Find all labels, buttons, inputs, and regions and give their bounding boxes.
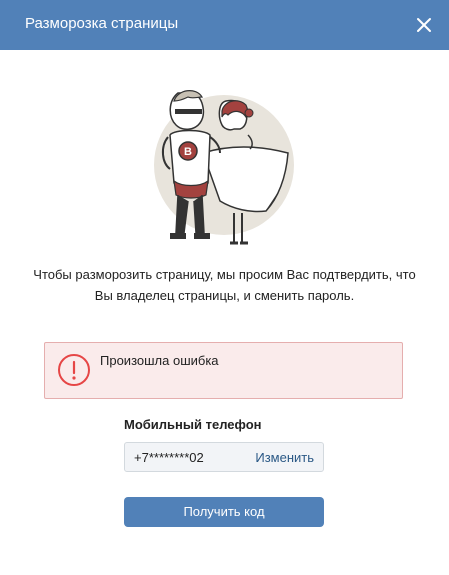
dialog-title: Разморозка страницы <box>25 15 179 32</box>
superhero-couple-illustration: B <box>154 90 294 245</box>
instruction-line-2: Вы владелец страницы, и сменить пароль. <box>94 288 355 303</box>
close-icon <box>417 18 431 32</box>
error-text: Произошла ошибка <box>100 353 219 368</box>
svg-text:B: B <box>184 146 192 158</box>
dialog-header: Разморозка страницы <box>0 0 449 50</box>
phone-value: +7********02 <box>134 450 204 465</box>
instruction-text: Чтобы разморозить страницу, мы просим Ва… <box>20 264 429 306</box>
unfreeze-dialog: Разморозка страницы B Чтобы разморозить … <box>0 0 449 575</box>
instruction-line-1: Чтобы разморозить страницу, мы просим Ва… <box>33 267 416 282</box>
change-phone-link[interactable]: Изменить <box>255 450 314 466</box>
close-button[interactable] <box>413 14 435 36</box>
phone-field: +7********02 Изменить <box>124 442 324 472</box>
get-code-button[interactable]: Получить код <box>124 497 324 527</box>
phone-label: Мобильный телефон <box>124 417 262 432</box>
error-message-box: Произошла ошибка <box>44 342 403 399</box>
error-icon <box>58 354 90 386</box>
